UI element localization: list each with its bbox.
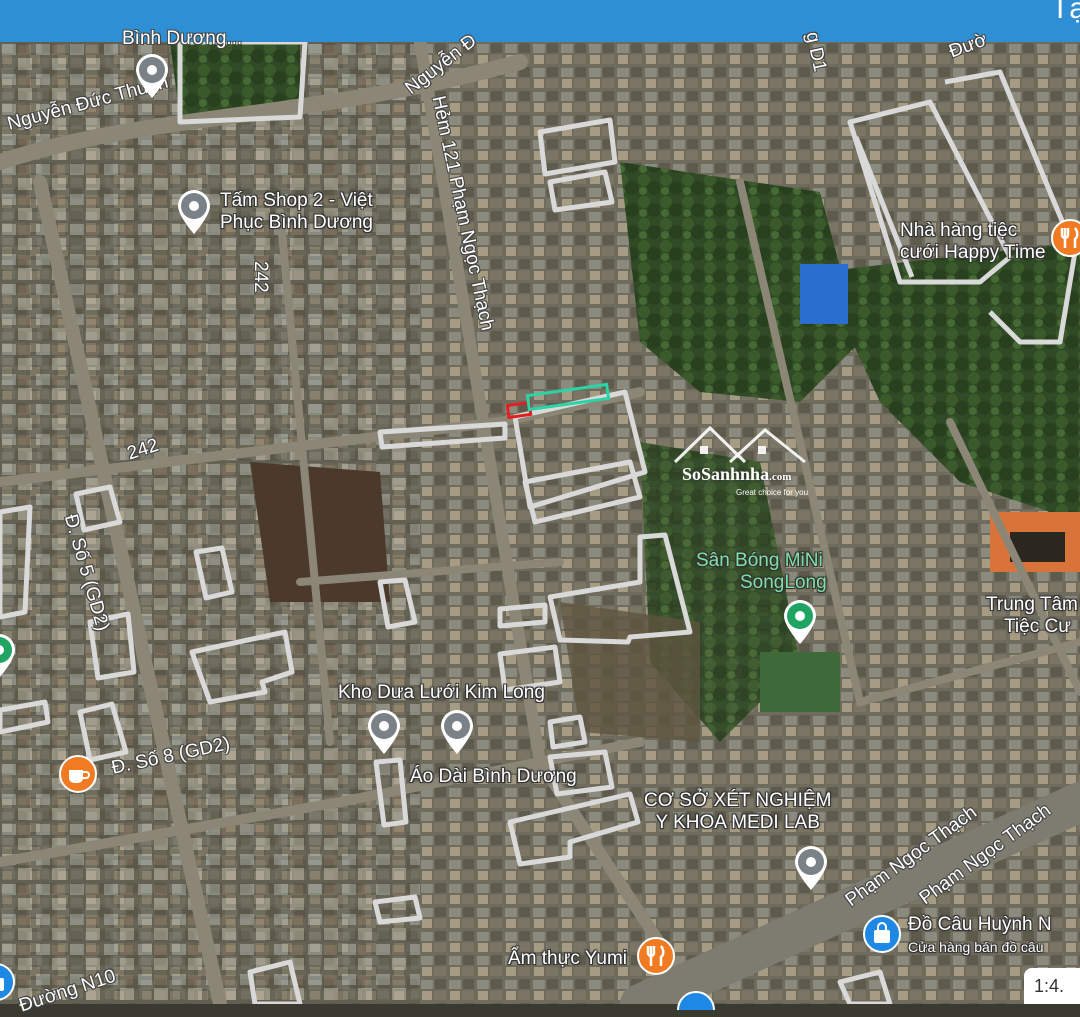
place-label-medi-lab[interactable]: CƠ SỞ XÉT NGHIỆM Y KHOA MEDI LAB <box>644 790 831 834</box>
place-label-line: SongLong <box>740 572 827 593</box>
place-label-trung-tam[interactable]: Trung Tâm Tiệc Cư <box>986 594 1078 638</box>
pin-gray-icon[interactable] <box>792 844 830 892</box>
shopping-bag-icon[interactable] <box>862 914 902 954</box>
place-label-san-bong[interactable]: Sân Bóng MiNi SongLong <box>692 550 827 594</box>
cafe-icon[interactable] <box>58 754 98 794</box>
place-label-kho-dua[interactable]: Kho Dưa Lưới Kim Long <box>338 682 545 704</box>
place-label-line: Y KHOA MEDI LAB <box>655 812 820 833</box>
road-label-242-a: 242 <box>250 261 271 293</box>
house-roof-icon <box>673 425 806 464</box>
header-title-fragment: Tạ <box>1050 0 1080 25</box>
place-label-line: Phục Bình Dương <box>220 212 373 233</box>
shopping-bag-icon[interactable] <box>0 962 16 1002</box>
place-label-line: Sân Bóng MiNi <box>695 550 823 571</box>
place-label-line: Tiệc Cư <box>1004 616 1071 637</box>
map-scale: 1:4. <box>1024 968 1080 1004</box>
pin-gray-icon[interactable] <box>365 708 403 756</box>
place-label-happy-time[interactable]: Nhà hàng tiệc cưới Happy Time <box>900 220 1046 264</box>
place-label-do-cau[interactable]: Đồ Câu Huỳnh N Cửa hàng bán đồ câu <box>908 914 1052 958</box>
satellite-map[interactable]: Nguyễn Đức Thuận Nguyễn Đ Bình Dương... … <box>0 28 1080 1017</box>
place-label-line: CƠ SỞ XÉT NGHIỆM <box>644 790 832 811</box>
place-label-line: Cửa hàng bán đồ câu <box>908 939 1044 955</box>
place-label-line: Trung Tâm <box>986 594 1078 615</box>
pin-green-icon[interactable] <box>0 632 18 680</box>
watermark-tagline: Great choice for you <box>736 488 809 497</box>
watermark-tld: .com <box>769 471 792 483</box>
place-label-line: Nhà hàng tiệc <box>900 220 1018 241</box>
sosanhnha-watermark: SoSanhnha.com Great choice for you <box>670 422 820 502</box>
pin-gray-icon[interactable] <box>133 52 171 100</box>
restaurant-icon[interactable] <box>636 936 676 976</box>
pin-blue-icon[interactable] <box>676 990 716 1010</box>
pin-green-icon[interactable] <box>781 598 819 646</box>
restaurant-icon[interactable] <box>1050 218 1080 258</box>
place-label-line: cưới Happy Time <box>900 242 1046 263</box>
place-label-am-thuc[interactable]: Ẩm thực Yumi <box>508 948 627 970</box>
watermark-brand: SoSanhnha <box>682 464 770 484</box>
pin-gray-icon[interactable] <box>438 708 476 756</box>
place-label-line: Tấm Shop 2 - Việt <box>220 190 373 211</box>
place-label-ao-dai[interactable]: Áo Dài Bình Dương <box>410 766 577 788</box>
place-label-tam-shop[interactable]: Tấm Shop 2 - Việt Phục Bình Dương <box>220 190 373 234</box>
road-label-binh-duong-top: Bình Dương... <box>122 28 243 49</box>
place-label-line: Đồ Câu Huỳnh N <box>908 914 1052 935</box>
pin-gray-icon[interactable] <box>175 188 213 236</box>
